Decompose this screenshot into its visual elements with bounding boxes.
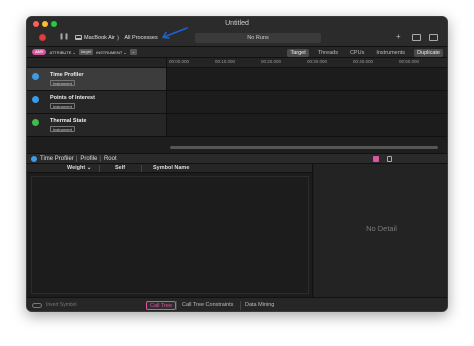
ruler-tick-label: 00:20.000 xyxy=(261,59,282,64)
column-header-weight[interactable]: Weight ⌄ xyxy=(67,165,91,171)
no-detail-text: No Detail xyxy=(366,224,397,233)
record-button[interactable] xyxy=(39,34,46,41)
timeline-ruler[interactable]: 00:00.000 00:10.000 00:20.000 00:30.000 … xyxy=(167,58,447,68)
annotation-arrow-icon xyxy=(162,27,188,39)
filter-bar: ANY ATTRIBUTE ⌄ target INSTRUMENT ⌄ ⌄ Ta… xyxy=(27,47,447,58)
tab-target[interactable]: Target xyxy=(287,48,309,57)
bottom-bar: Invert Symbol Call Tree Call Tree Constr… xyxy=(27,297,447,311)
instrument-row-time-profiler[interactable]: Time Profiler Instrument xyxy=(27,68,447,91)
timeline-scrollbar[interactable] xyxy=(167,145,447,151)
extended-detail-pane: No Detail xyxy=(314,164,447,297)
instrument-name: Points of Interest xyxy=(50,95,95,101)
instrument-badge: Instrument xyxy=(50,80,75,86)
add-instrument-button[interactable]: + xyxy=(396,32,401,41)
table-body[interactable] xyxy=(31,176,309,294)
call-tree-table[interactable]: Weight ⌄ Self Symbol Name xyxy=(27,164,313,297)
tab-cpus[interactable]: CPUs xyxy=(347,49,367,57)
instrument-track[interactable] xyxy=(167,68,447,90)
instrument-badge: Instrument xyxy=(50,126,75,132)
jump-bar-item-root[interactable]: Root xyxy=(104,156,117,162)
column-divider[interactable] xyxy=(99,165,100,172)
instrument-name: Thermal State xyxy=(50,118,87,124)
filter-token-attribute[interactable]: ATTRIBUTE ⌄ xyxy=(49,50,75,55)
ruler-tick-label: 00:10.000 xyxy=(215,59,236,64)
tab-call-tree-constraints[interactable]: Call Tree Constraints xyxy=(179,301,236,310)
breadcrumb-separator: 〉 xyxy=(116,35,123,42)
instrument-row-thermal-state[interactable]: Thermal State Instrument xyxy=(27,114,447,137)
pause-icon[interactable]: ❚❚ xyxy=(59,34,69,41)
target-selector[interactable]: MacBook Air 〉 All Processes xyxy=(75,33,158,42)
tab-call-tree[interactable]: Call Tree xyxy=(146,301,177,310)
document-icon[interactable] xyxy=(387,156,392,162)
window-title: Untitled xyxy=(225,20,249,27)
toggle-inspector-icon[interactable] xyxy=(429,34,438,41)
duplicate-button[interactable]: Duplicate xyxy=(414,48,443,57)
extended-detail-icon[interactable] xyxy=(373,156,379,162)
instrument-header[interactable]: Points of Interest Instrument xyxy=(27,91,167,113)
tab-threads[interactable]: Threads xyxy=(315,49,341,57)
instrument-header[interactable]: Thermal State Instrument xyxy=(27,114,167,136)
instrument-name: Time Profiler xyxy=(50,72,84,78)
ruler-tick-label: 00:50.000 xyxy=(399,59,420,64)
tab-divider xyxy=(176,301,177,310)
strategy-tabs: Target Threads CPUs Instruments Duplicat… xyxy=(287,48,443,57)
tab-data-mining[interactable]: Data Mining xyxy=(242,301,277,310)
column-header-symbol-name[interactable]: Symbol Name xyxy=(153,165,189,171)
column-header-self[interactable]: Self xyxy=(115,165,125,171)
jump-bar-separator: | xyxy=(99,155,101,162)
tab-divider xyxy=(240,301,241,310)
jump-bar-item-instrument[interactable]: Time Profiler xyxy=(40,156,74,162)
instrument-badge: Instrument xyxy=(50,103,75,109)
tab-instruments[interactable]: Instruments xyxy=(373,49,408,57)
laptop-icon xyxy=(75,35,82,40)
filter-token-instrument[interactable]: INSTRUMENT ⌄ xyxy=(96,50,127,55)
scrollbar-thumb[interactable] xyxy=(170,146,438,149)
runs-selector[interactable]: No Runs xyxy=(195,33,321,43)
table-header: Weight ⌄ Self Symbol Name xyxy=(27,164,312,173)
column-divider[interactable] xyxy=(141,165,142,172)
points-of-interest-icon xyxy=(32,96,39,103)
detail-jump-bar: Time Profiler | Profile | Root xyxy=(27,153,447,164)
jump-bar-separator: | xyxy=(75,155,78,162)
target-device: MacBook Air xyxy=(84,34,115,41)
instrument-row-points-of-interest[interactable]: Points of Interest Instrument xyxy=(27,91,447,114)
instruments-window: Untitled ❚❚ MacBook Air 〉 All Processes … xyxy=(26,16,448,312)
instrument-track[interactable] xyxy=(167,91,447,113)
time-profiler-icon xyxy=(31,155,37,162)
filter-any-pill[interactable]: ANY xyxy=(32,49,47,55)
thermal-state-icon xyxy=(32,119,39,126)
ruler-tick-label: 00:00.000 xyxy=(169,59,190,64)
instrument-header[interactable]: Time Profiler Instrument xyxy=(27,68,167,90)
filter-token-dropdown[interactable]: ⌄ xyxy=(129,49,138,55)
toggle-bottom-pane-icon[interactable] xyxy=(412,34,421,41)
invert-symbol-toggle[interactable] xyxy=(32,303,42,308)
ruler-tick-label: 00:30.000 xyxy=(307,59,328,64)
instrument-track[interactable] xyxy=(167,114,447,136)
ruler-spacer xyxy=(27,58,167,68)
titlebar: Untitled ❚❚ MacBook Air 〉 All Processes … xyxy=(27,17,447,47)
target-process: All Processes xyxy=(124,34,158,41)
jump-bar-item-profile[interactable]: Profile xyxy=(80,156,97,162)
ruler-tick-label: 00:40.000 xyxy=(353,59,374,64)
time-profiler-icon xyxy=(32,73,39,80)
invert-symbol-label: Invert Symbol xyxy=(46,302,77,308)
filter-token-target[interactable]: target xyxy=(78,49,94,55)
